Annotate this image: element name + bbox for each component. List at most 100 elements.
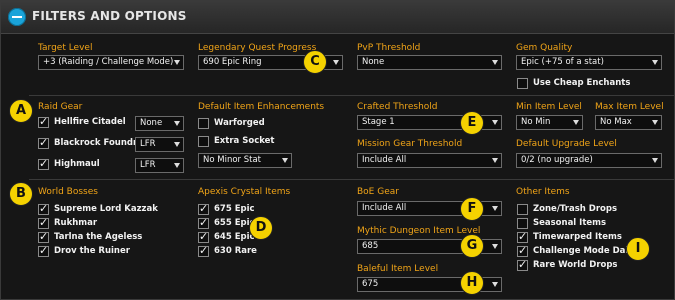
pvp-threshold-label: PvP Threshold — [357, 43, 421, 53]
minor-stat-value: No Minor Stat — [203, 155, 262, 165]
divider — [29, 95, 674, 96]
chevron-down-icon — [492, 60, 498, 65]
blackrock-foundry-checkbox[interactable] — [38, 136, 49, 149]
apexis-label: Apexis Crystal Items — [198, 187, 291, 197]
chevron-down-icon — [174, 121, 180, 126]
baleful-label: Baleful Item Level — [357, 264, 439, 274]
blackrock-foundry-select[interactable]: LFR — [135, 137, 184, 152]
chevron-down-icon — [174, 142, 180, 147]
min-item-level-select[interactable]: No Min — [516, 115, 583, 130]
annotation-badge-d: D — [249, 216, 273, 240]
world-boss-label: Tarlna the Ageless — [54, 232, 143, 242]
world-boss-checkbox[interactable] — [38, 202, 49, 215]
target-level-value: +3 (Raiding / Challenge Mode) — [43, 57, 174, 67]
chevron-down-icon — [174, 60, 180, 65]
chevron-down-icon — [492, 244, 498, 249]
default-upgrade-label: Default Upgrade Level — [516, 139, 617, 149]
apexis-checkbox[interactable] — [198, 202, 209, 215]
chevron-down-icon — [492, 206, 498, 211]
min-item-level-value: No Min — [521, 117, 551, 127]
chevron-down-icon — [652, 60, 658, 65]
collapse-minus-icon[interactable] — [8, 8, 26, 26]
default-upgrade-select[interactable]: 0/2 (no upgrade) — [516, 153, 662, 168]
extra-socket-label: Extra Socket — [214, 136, 275, 146]
annotation-badge-e: E — [460, 111, 484, 135]
gem-quality-value: Epic (+75 of a stat) — [521, 57, 604, 67]
target-level-select[interactable]: +3 (Raiding / Challenge Mode) — [38, 55, 184, 70]
chevron-down-icon — [492, 282, 498, 287]
filters-panel: FILTERS AND OPTIONS Target Level +3 (Rai… — [0, 0, 675, 300]
gem-quality-select[interactable]: Epic (+75 of a stat) — [516, 55, 662, 70]
highmaul-label: Highmaul — [54, 159, 100, 169]
blackrock-foundry-label: Blackrock Foundry — [54, 138, 143, 148]
gem-quality-label: Gem Quality — [516, 43, 573, 53]
crafted-threshold-label: Crafted Threshold — [357, 102, 438, 112]
cheap-enchants-checkbox[interactable] — [517, 78, 528, 89]
other-items-label: Other Items — [516, 187, 570, 197]
mission-gear-select[interactable]: Include All — [357, 153, 502, 168]
default-upgrade-value: 0/2 (no upgrade) — [521, 155, 593, 165]
boe-gear-label: BoE Gear — [357, 187, 399, 197]
boe-gear-value: Include All — [362, 203, 407, 213]
hellfire-citadel-label: Hellfire Citadel — [54, 117, 126, 127]
mythic-dungeon-value: 685 — [362, 241, 379, 251]
world-boss-checkbox[interactable] — [38, 216, 49, 229]
panel-header[interactable]: FILTERS AND OPTIONS — [1, 1, 674, 34]
rare-world-checkbox[interactable] — [517, 258, 528, 271]
annotation-badge-h: H — [460, 271, 484, 295]
raid-gear-label: Raid Gear — [38, 102, 83, 112]
extra-socket-checkbox[interactable] — [198, 136, 209, 147]
annotation-badge-b: B — [9, 182, 33, 206]
chevron-down-icon — [333, 60, 339, 65]
max-item-level-select[interactable]: No Max — [595, 115, 662, 130]
baleful-value: 675 — [362, 279, 379, 289]
world-boss-checkbox[interactable] — [38, 230, 49, 243]
highmaul-select[interactable]: LFR — [135, 158, 184, 173]
seasonal-label: Seasonal Items — [533, 218, 607, 228]
annotation-badge-c: C — [303, 50, 327, 74]
highmaul-value: LFR — [140, 160, 156, 170]
world-boss-checkbox[interactable] — [38, 244, 49, 257]
apexis-checkbox[interactable] — [198, 230, 209, 243]
chevron-down-icon — [492, 120, 498, 125]
default-enhancements-label: Default Item Enhancements — [198, 102, 325, 112]
chevron-down-icon — [573, 120, 579, 125]
blackrock-foundry-value: LFR — [140, 139, 156, 149]
chevron-down-icon — [652, 158, 658, 163]
highmaul-checkbox[interactable] — [38, 157, 49, 170]
target-level-label: Target Level — [38, 43, 93, 53]
challenge-daily-label: Challenge Mode Daily — [533, 246, 637, 256]
zone-trash-checkbox[interactable] — [517, 204, 528, 215]
annotation-badge-f: F — [460, 197, 484, 221]
legendary-quest-value: 690 Epic Ring — [203, 57, 262, 67]
apexis-checkbox[interactable] — [198, 244, 209, 257]
chevron-down-icon — [652, 120, 658, 125]
mythic-dungeon-label: Mythic Dungeon Item Level — [357, 226, 481, 236]
mission-gear-value: Include All — [362, 155, 407, 165]
apexis-checkbox[interactable] — [198, 216, 209, 229]
timewarped-checkbox[interactable] — [517, 230, 528, 243]
world-bosses-label: World Bosses — [38, 187, 98, 197]
minor-stat-select[interactable]: No Minor Stat — [198, 153, 292, 168]
pvp-threshold-select[interactable]: None — [357, 55, 502, 70]
hellfire-citadel-checkbox[interactable] — [38, 115, 49, 128]
cheap-enchants-label: Use Cheap Enchants — [533, 78, 631, 88]
apexis-item-label: 645 Epic — [214, 232, 255, 242]
zone-trash-label: Zone/Trash Drops — [533, 204, 618, 214]
mission-gear-label: Mission Gear Threshold — [357, 139, 463, 149]
world-boss-label: Drov the Ruiner — [54, 246, 130, 256]
hellfire-citadel-value: None — [140, 118, 163, 128]
annotation-badge-i: I — [626, 237, 650, 261]
world-boss-label: Rukhmar — [54, 218, 98, 228]
warforged-label: Warforged — [214, 118, 265, 128]
world-boss-label: Supreme Lord Kazzak — [54, 204, 158, 214]
annotation-badge-g: G — [460, 234, 484, 258]
apexis-item-label: 630 Rare — [214, 246, 257, 256]
divider — [29, 179, 674, 180]
warforged-checkbox[interactable] — [198, 118, 209, 129]
challenge-daily-checkbox[interactable] — [517, 244, 528, 257]
seasonal-checkbox[interactable] — [517, 218, 528, 229]
hellfire-citadel-select[interactable]: None — [135, 116, 184, 131]
crafted-threshold-value: Stage 1 — [362, 117, 395, 127]
max-item-level-value: No Max — [600, 117, 632, 127]
